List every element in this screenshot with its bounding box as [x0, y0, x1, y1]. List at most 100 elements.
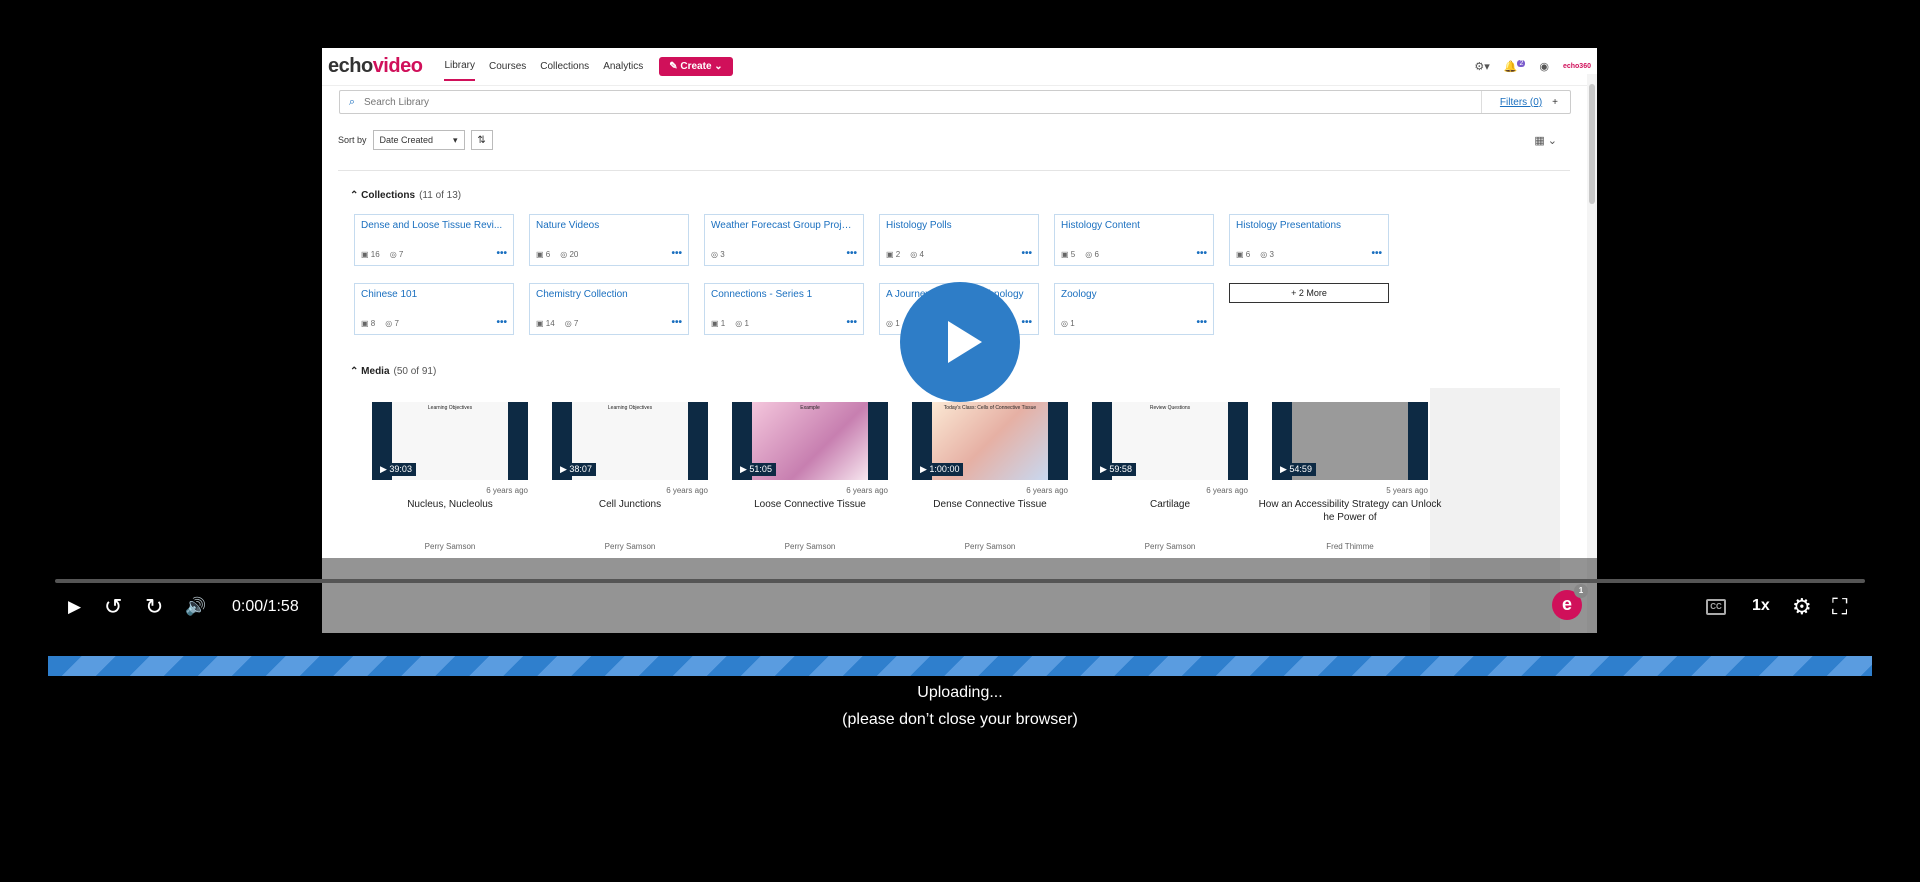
sort-direction-icon[interactable]: ⇅ — [470, 130, 493, 150]
user-count: ◎ 1 — [1061, 319, 1075, 328]
play-icon[interactable]: ▶ — [68, 596, 81, 618]
caret-down-icon: ▾ — [452, 134, 458, 145]
chevron-up-icon: ⌃ — [350, 366, 359, 377]
more-options-icon[interactable]: ••• — [846, 248, 857, 259]
media-count: ▣ 8 — [361, 319, 376, 328]
media-count: ▣ 1 — [711, 319, 726, 328]
tab-analytics[interactable]: Analytics — [603, 53, 643, 80]
media-author: Perry Samson — [604, 542, 656, 551]
media-title[interactable]: Loose Connective Tissue — [718, 498, 902, 511]
duration-badge: ▶ 38:07 — [556, 463, 596, 476]
media-thumbnail[interactable]: Example ▶ 51:05 — [732, 402, 888, 480]
user-count: ◎ 7 — [389, 250, 404, 259]
rewind-icon[interactable]: ↺ — [104, 596, 122, 618]
more-options-icon[interactable]: ••• — [1021, 317, 1032, 328]
more-options-icon[interactable]: ••• — [1021, 248, 1032, 259]
echo-assistant-button[interactable]: e1 — [1552, 584, 1588, 620]
duration-badge: ▶ 1:00:00 — [916, 463, 964, 476]
collection-card[interactable]: Connections - Series 1 ▣ 1 ◎ 1 ••• — [704, 283, 864, 335]
settings-gear-icon[interactable]: ⚙▾ — [1474, 60, 1489, 73]
big-play-button[interactable] — [900, 282, 1020, 402]
user-count: ◎ 1 — [886, 319, 900, 328]
create-button[interactable]: ✎ Create ⌄ — [659, 57, 733, 76]
media-thumbnail[interactable]: Learning Objectives ▶ 39:03 — [372, 402, 528, 480]
collection-card[interactable]: Nature Videos ▣ 6 ◎ 20 ••• — [529, 214, 689, 266]
echovideo-logo[interactable]: echovideo — [328, 55, 423, 78]
media-thumbnail[interactable]: Learning Objectives ▶ 38:07 — [552, 402, 708, 480]
page-scrollbar[interactable] — [1587, 74, 1597, 633]
collection-card[interactable]: Histology Presentations ▣ 6 ◎ 3 ••• — [1229, 214, 1389, 266]
search-input[interactable] — [364, 96, 1481, 108]
collection-card[interactable]: Zoology ◎ 1 ••• — [1054, 283, 1214, 335]
media-header[interactable]: ⌃ Media (50 of 91) — [350, 366, 436, 377]
slide-title: Review Questions — [1149, 405, 1191, 411]
media-title[interactable]: Cell Junctions — [538, 498, 722, 511]
upload-status: Uploading... — [917, 684, 1003, 701]
media-thumbnail[interactable]: Today's Class: Cells of Connective Tissu… — [912, 402, 1068, 480]
media-count: ▣ 14 — [536, 319, 555, 328]
more-options-icon[interactable]: ••• — [671, 317, 682, 328]
collections-header[interactable]: ⌃ Collections (11 of 13) — [350, 190, 461, 201]
collection-card[interactable]: Histology Content ▣ 5 ◎ 6 ••• — [1054, 214, 1214, 266]
more-options-icon[interactable]: ••• — [1196, 248, 1207, 259]
user-count: ◎ 3 — [1260, 250, 1274, 259]
media-author: Fred Thimme — [1326, 542, 1374, 551]
slide-title: Learning Objectives — [427, 405, 473, 411]
media-title[interactable]: How an Accessibility Strategy can Unlock… — [1258, 498, 1442, 524]
collection-card[interactable]: Weather Forecast Group Proje... ◎ 3 ••• — [704, 214, 864, 266]
upload-note: (please don’t close your browser) — [842, 711, 1078, 728]
user-count: ◎ 1 — [735, 319, 749, 328]
media-age: 6 years ago — [846, 486, 888, 495]
sort-select[interactable]: Date Created ▾ — [372, 130, 465, 150]
more-options-icon[interactable]: ••• — [1371, 248, 1382, 259]
tab-collections[interactable]: Collections — [540, 53, 589, 80]
notification-count: 2 — [1517, 60, 1526, 68]
media-count: ▣ 6 — [536, 250, 551, 259]
media-title[interactable]: Cartilage — [1078, 498, 1262, 511]
tab-courses[interactable]: Courses — [489, 53, 526, 80]
user-count: ◎ 7 — [564, 319, 579, 328]
echo360-logo: echo360 — [1562, 63, 1591, 70]
more-collections-button[interactable]: + 2 More — [1229, 283, 1389, 303]
user-count: ◎ 6 — [1085, 250, 1099, 259]
notifications-bell-icon[interactable]: 🔔 2 — [1504, 60, 1526, 73]
seek-bar[interactable] — [55, 579, 1865, 583]
fullscreen-icon[interactable]: ⛶ — [1832, 596, 1847, 618]
media-author: Perry Samson — [784, 542, 836, 551]
settings-gear-icon[interactable]: ⚙ — [1792, 596, 1812, 618]
media-title[interactable]: Dense Connective Tissue — [898, 498, 1082, 511]
more-options-icon[interactable]: ••• — [846, 317, 857, 328]
chevron-up-icon: ⌃ — [350, 190, 359, 201]
duration-badge: ▶ 59:58 — [1096, 463, 1136, 476]
more-options-icon[interactable]: ••• — [671, 248, 682, 259]
nav-right: ⚙▾ 🔔 2 ◉ echo360 — [1474, 60, 1591, 73]
media-count: ▣ 2 — [886, 250, 901, 259]
filters-button[interactable]: Filters (0) + — [1480, 91, 1570, 113]
more-options-icon[interactable]: ••• — [496, 317, 507, 328]
collection-card[interactable]: Chemistry Collection ▣ 14 ◎ 7 ••• — [529, 283, 689, 335]
plus-icon: + — [1552, 96, 1558, 108]
slide-title: Example — [800, 405, 820, 411]
volume-icon[interactable]: 🔊 — [185, 596, 206, 618]
more-options-icon[interactable]: ••• — [1196, 317, 1207, 328]
collection-card[interactable]: Dense and Loose Tissue Revi... ▣ 16 ◎ 7 ••• — [354, 214, 514, 266]
playback-speed-button[interactable]: 1x — [1752, 597, 1770, 615]
grid-view-icon[interactable]: ▦ ⌄ — [1534, 134, 1557, 147]
user-count: ◎ 4 — [910, 250, 924, 259]
user-count: ◎ 3 — [711, 250, 725, 259]
forward-icon[interactable]: ↻ — [145, 596, 163, 618]
tab-library[interactable]: Library — [444, 52, 476, 81]
user-count: ◎ 20 — [560, 250, 579, 259]
more-options-icon[interactable]: ••• — [496, 248, 507, 259]
media-thumbnail[interactable]: ▶ 54:59 — [1272, 402, 1428, 480]
scrollbar-thumb[interactable] — [1589, 84, 1595, 204]
upload-progress-bar — [48, 656, 1872, 676]
sort-row: Sort by Date Created ▾ ⇅ — [338, 130, 493, 150]
media-thumbnail[interactable]: Review Questions ▶ 59:58 — [1092, 402, 1248, 480]
closed-captions-icon[interactable]: CC — [1706, 599, 1726, 615]
media-title[interactable]: Nucleus, Nucleolus — [358, 498, 542, 511]
collection-card[interactable]: Chinese 101 ▣ 8 ◎ 7 ••• — [354, 283, 514, 335]
collection-card[interactable]: Histology Polls ▣ 2 ◎ 4 ••• — [879, 214, 1039, 266]
user-account-icon[interactable]: ◉ — [1539, 60, 1549, 73]
media-age: 6 years ago — [666, 486, 708, 495]
